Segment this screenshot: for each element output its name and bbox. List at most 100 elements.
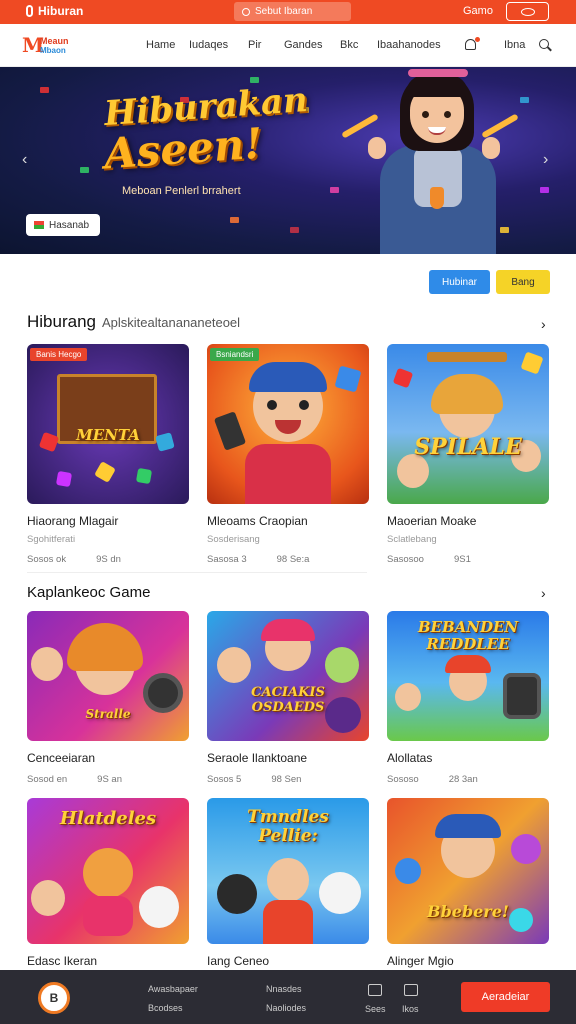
visibility-toggle[interactable] bbox=[506, 2, 549, 21]
nav-link-7[interactable]: Ibna bbox=[504, 39, 525, 51]
nav-link-2[interactable]: Iudaqes bbox=[189, 39, 228, 51]
game-meta: Sososo 28 3an bbox=[387, 774, 549, 785]
blue-action-button[interactable]: Hubinar bbox=[429, 270, 490, 294]
search-icon bbox=[242, 7, 250, 16]
character-face bbox=[267, 858, 309, 902]
section1-title: Hiburang bbox=[27, 312, 96, 331]
site-logo[interactable]: M Meaun Mbaon bbox=[22, 34, 82, 58]
game-thumbnail[interactable]: Stralle bbox=[27, 611, 189, 741]
game-thumbnail[interactable]: Bbebere! bbox=[387, 798, 549, 944]
game-title[interactable]: Alinger Mgio bbox=[387, 954, 549, 968]
game-title[interactable]: Iang Ceneo bbox=[207, 954, 369, 968]
gem bbox=[135, 467, 153, 485]
gem bbox=[520, 351, 544, 375]
games-icon[interactable] bbox=[368, 984, 382, 996]
game-meta-2: 28 3an bbox=[448, 774, 478, 785]
chevron-right-icon[interactable]: › bbox=[543, 151, 548, 169]
game-thumbnail[interactable]: BEBANDEN REDDLEE bbox=[387, 611, 549, 741]
character-cap bbox=[435, 814, 501, 838]
footer-link[interactable]: Nnasdes bbox=[266, 984, 302, 994]
chevron-right-icon[interactable]: › bbox=[541, 316, 546, 332]
game-art-text: Stralle bbox=[85, 707, 131, 721]
game-thumbnail[interactable]: MENTA Banis Hecgo bbox=[27, 344, 189, 504]
game-meta: Sasosa 3 98 Se:a bbox=[207, 554, 369, 565]
game-meta-1: Sosos 5 bbox=[207, 774, 242, 785]
game-subtitle: Sclatlebang bbox=[387, 534, 437, 545]
nav-link-home[interactable]: Hame bbox=[146, 39, 175, 51]
game-card[interactable]: Bsniandsri Mleoams Craopian Sosderisang … bbox=[207, 344, 369, 565]
main-nav: M Meaun Mbaon Hame Iudaqes Pir Gandes Bk… bbox=[0, 24, 576, 67]
game-card[interactable]: Stralle Cenceeiaran Sosod en 9S an bbox=[27, 611, 189, 785]
logo-line2: Mbaon bbox=[40, 46, 66, 55]
game-card[interactable]: SPILALE Maoerian Moake Sclatlebang Sasos… bbox=[387, 344, 549, 565]
confetti bbox=[330, 187, 339, 193]
game-title[interactable]: Maoerian Moake bbox=[387, 514, 549, 528]
game-card[interactable]: Hlatdeles Edasc Ikeran bbox=[27, 798, 189, 968]
hero-character bbox=[341, 67, 520, 254]
footer-link[interactable]: Naoliodes bbox=[266, 1003, 306, 1013]
nav-link-5[interactable]: Bkc bbox=[340, 39, 358, 51]
game-art-text: Tmndles Pellie: bbox=[247, 807, 329, 846]
game-art-text: CACIAKIS OSDAEDS bbox=[251, 685, 325, 715]
confetti bbox=[230, 217, 239, 223]
top-brand[interactable]: Hiburan bbox=[26, 4, 83, 18]
chat-icon-label: Ikos bbox=[402, 1004, 419, 1014]
character-face bbox=[31, 647, 63, 681]
chat-icon[interactable] bbox=[404, 984, 418, 996]
game-card[interactable]: Tmndles Pellie: Iang Ceneo bbox=[207, 798, 369, 968]
game-thumbnail[interactable]: Tmndles Pellie: bbox=[207, 798, 369, 944]
logo-line1: Meaun bbox=[40, 36, 69, 46]
footer-link[interactable]: Bcodses bbox=[148, 1003, 183, 1013]
game-thumbnail[interactable]: CACIAKIS OSDAEDS bbox=[207, 611, 369, 741]
game-card[interactable]: CACIAKIS OSDAEDS Seraole Ilanktoane Soso… bbox=[207, 611, 369, 785]
nav-link-3[interactable]: Pir bbox=[248, 39, 261, 51]
hero-subtitle: Meboan Penlerl brrahert bbox=[122, 185, 241, 197]
game-thumbnail[interactable]: Hlatdeles bbox=[27, 798, 189, 944]
game-meta-1: Sosos ok bbox=[27, 554, 67, 565]
search-icon[interactable] bbox=[539, 39, 552, 52]
game-title[interactable]: Hiaorang Mlagair bbox=[27, 514, 189, 528]
hero-banner[interactable]: ‹ Hiburakan Aseen! Meboan Penlerl brrahe… bbox=[0, 67, 576, 254]
game-thumbnail[interactable]: Bsniandsri bbox=[207, 344, 369, 504]
footer-link[interactable]: Awasbapaer bbox=[148, 984, 198, 994]
ball-art bbox=[395, 858, 421, 884]
character-face bbox=[217, 874, 257, 914]
game-thumbnail[interactable]: SPILALE bbox=[387, 344, 549, 504]
game-card[interactable]: BEBANDEN REDDLEE Alollatas Sososo 28 3an bbox=[387, 611, 549, 785]
game-title[interactable]: Cenceeiaran bbox=[27, 751, 189, 765]
eye bbox=[267, 400, 277, 410]
game-subtitle: Sosderisang bbox=[207, 534, 260, 545]
chevron-right-icon[interactable]: › bbox=[541, 585, 546, 601]
hero-chip-label: Hasanab bbox=[49, 219, 90, 231]
eye bbox=[299, 400, 309, 410]
game-card[interactable]: MENTA Banis Hecgo Hiaorang Mlagair Sgohi… bbox=[27, 344, 189, 565]
nav-link-4[interactable]: Gandes bbox=[284, 39, 323, 51]
phone-art bbox=[213, 411, 247, 451]
bell-icon[interactable] bbox=[465, 37, 480, 52]
confetti bbox=[40, 87, 49, 93]
nav-link-6[interactable]: Ibaahanodes bbox=[377, 39, 441, 51]
game-title[interactable]: Edasc Ikeran bbox=[27, 954, 189, 968]
game-meta: Sosod en 9S an bbox=[27, 774, 189, 785]
section2-title: Kaplankeoc Game bbox=[27, 584, 151, 601]
top-search-placeholder: Sebut Ibaran bbox=[255, 6, 313, 17]
game-title[interactable]: Alollatas bbox=[387, 751, 549, 765]
game-meta-2: 9S dn bbox=[96, 554, 121, 565]
login-link[interactable]: Gamo bbox=[463, 5, 493, 17]
game-meta: Sosos 5 98 Sen bbox=[207, 774, 369, 785]
game-meta-2: 98 Se:a bbox=[276, 554, 310, 565]
game-title[interactable]: Seraole Ilanktoane bbox=[207, 751, 369, 765]
chevron-left-icon[interactable]: ‹ bbox=[22, 151, 27, 169]
top-search-input[interactable]: Sebut Ibaran bbox=[234, 2, 351, 21]
register-button[interactable]: Aeradeiar bbox=[461, 982, 550, 1012]
confetti bbox=[250, 77, 259, 83]
confetti bbox=[520, 97, 529, 103]
game-card[interactable]: Bbebere! Alinger Mgio bbox=[387, 798, 549, 968]
bottom-bar: B Awasbapaer Bcodses Nnasdes Naoliodes S… bbox=[0, 970, 576, 1024]
character-face bbox=[511, 834, 541, 864]
yellow-action-button[interactable]: Bang bbox=[496, 270, 550, 294]
bottom-logo[interactable]: B bbox=[38, 982, 70, 1014]
game-title[interactable]: Mleoams Craopian bbox=[207, 514, 369, 528]
character-face bbox=[83, 848, 133, 898]
hero-chip-button[interactable]: Hasanab bbox=[26, 214, 100, 236]
